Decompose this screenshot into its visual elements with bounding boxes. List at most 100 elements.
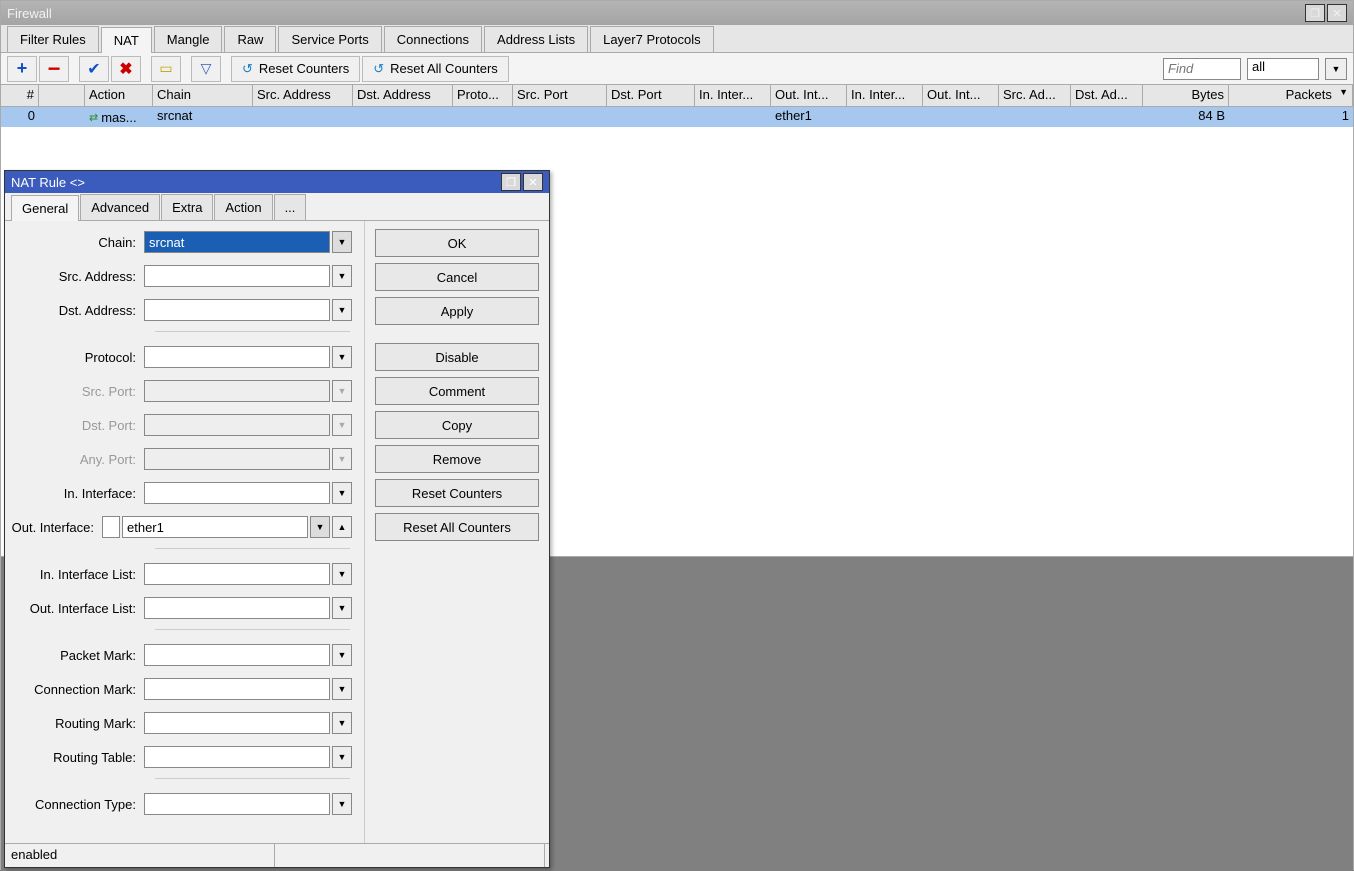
cell-packets: 1	[1229, 107, 1353, 127]
reset-all-counters-button[interactable]: ↺Reset All Counters	[362, 56, 509, 82]
reset-counters-button[interactable]: ↺Reset Counters	[231, 56, 360, 82]
add-button[interactable]: +	[7, 56, 37, 82]
col-out-if-list[interactable]: Out. Int...	[923, 85, 999, 106]
field-in-interface-list: In. Interface List: ▼	[5, 561, 358, 587]
col-in-if[interactable]: In. Inter...	[695, 85, 771, 106]
find-input[interactable]	[1163, 58, 1241, 80]
col-dst-list[interactable]: Dst. Ad...	[1071, 85, 1143, 106]
connection-mark-input[interactable]	[144, 678, 330, 700]
dialog-close-button[interactable]: ✕	[523, 173, 543, 191]
tab-layer7[interactable]: Layer7 Protocols	[590, 26, 714, 52]
remove-button-dialog[interactable]: Remove	[375, 445, 539, 473]
tab-filter-rules[interactable]: Filter Rules	[7, 26, 99, 52]
reset-all-counters-dialog[interactable]: Reset All Counters	[375, 513, 539, 541]
col-dst-port[interactable]: Dst. Port	[607, 85, 695, 106]
out-interface-collapse[interactable]: ▲	[332, 516, 352, 538]
in-interface-input[interactable]	[144, 482, 330, 504]
tab-mangle[interactable]: Mangle	[154, 26, 223, 52]
comment-button[interactable]: ▭	[151, 56, 181, 82]
out-interface-input[interactable]	[122, 516, 308, 538]
dialog-tab-action[interactable]: Action	[214, 194, 272, 220]
field-routing-mark: Routing Mark: ▼	[5, 710, 358, 736]
src-address-expand[interactable]: ▼	[332, 265, 352, 287]
filter-select-drop[interactable]: ▼	[1325, 58, 1347, 80]
cancel-button[interactable]: Cancel	[375, 263, 539, 291]
col-in-if-list[interactable]: In. Inter...	[847, 85, 923, 106]
connection-mark-expand[interactable]: ▼	[332, 678, 352, 700]
copy-button[interactable]: Copy	[375, 411, 539, 439]
packet-mark-input[interactable]	[144, 644, 330, 666]
field-src-port: Src. Port: ▼	[5, 378, 358, 404]
tab-service-ports[interactable]: Service Ports	[278, 26, 381, 52]
src-address-input[interactable]	[144, 265, 330, 287]
col-chain[interactable]: Chain	[153, 85, 253, 106]
nat-rule-dialog: NAT Rule <> ❐ ✕ General Advanced Extra A…	[4, 170, 550, 868]
chain-dropdown[interactable]: ▼	[332, 231, 352, 253]
col-dst-addr[interactable]: Dst. Address	[353, 85, 453, 106]
tab-raw[interactable]: Raw	[224, 26, 276, 52]
dialog-tab-general[interactable]: General	[11, 195, 79, 221]
src-port-input	[144, 380, 330, 402]
dialog-tab-extra[interactable]: Extra	[161, 194, 213, 220]
col-flag[interactable]	[39, 85, 85, 106]
remove-button[interactable]: −	[39, 56, 69, 82]
routing-table-expand[interactable]: ▼	[332, 746, 352, 768]
field-any-port: Any. Port: ▼	[5, 446, 358, 472]
dst-port-input	[144, 414, 330, 436]
filter-select[interactable]: all	[1247, 58, 1319, 80]
col-proto[interactable]: Proto...	[453, 85, 513, 106]
out-interface-negate[interactable]	[102, 516, 120, 538]
col-out-if[interactable]: Out. Int...	[771, 85, 847, 106]
col-bytes[interactable]: Bytes	[1143, 85, 1229, 106]
table-row[interactable]: 0 ⇄mas... srcnat ether1 84 B 1	[1, 107, 1353, 127]
in-interface-list-input[interactable]	[144, 563, 330, 585]
protocol-expand[interactable]: ▼	[332, 346, 352, 368]
disable-button[interactable]: Disable	[375, 343, 539, 371]
in-interface-list-expand[interactable]: ▼	[332, 563, 352, 585]
col-src-addr[interactable]: Src. Address	[253, 85, 353, 106]
field-out-interface-list: Out. Interface List: ▼	[5, 595, 358, 621]
connection-type-input[interactable]	[144, 793, 330, 815]
col-src-list[interactable]: Src. Ad...	[999, 85, 1071, 106]
disable-button[interactable]: ✖	[111, 56, 141, 82]
restore-button[interactable]: ❐	[1305, 4, 1325, 22]
dialog-tab-more[interactable]: ...	[274, 194, 307, 220]
dst-address-input[interactable]	[144, 299, 330, 321]
out-interface-list-input[interactable]	[144, 597, 330, 619]
in-interface-expand[interactable]: ▼	[332, 482, 352, 504]
close-button[interactable]: ✕	[1327, 4, 1347, 22]
reset-counters-dialog[interactable]: Reset Counters	[375, 479, 539, 507]
chain-input[interactable]	[144, 231, 330, 253]
cell-bytes: 84 B	[1143, 107, 1229, 127]
apply-button[interactable]: Apply	[375, 297, 539, 325]
protocol-input[interactable]	[144, 346, 330, 368]
col-action[interactable]: Action	[85, 85, 153, 106]
any-port-input	[144, 448, 330, 470]
routing-mark-input[interactable]	[144, 712, 330, 734]
dialog-restore-button[interactable]: ❐	[501, 173, 521, 191]
reset-icon: ↺	[373, 61, 384, 77]
col-packets[interactable]: Packets ▼	[1229, 85, 1353, 106]
filter-button[interactable]: ▽	[191, 56, 221, 82]
dialog-buttons: OK Cancel Apply Disable Comment Copy Rem…	[365, 221, 549, 843]
tab-address-lists[interactable]: Address Lists	[484, 26, 588, 52]
comment-button[interactable]: Comment	[375, 377, 539, 405]
dialog-statusbar: enabled	[5, 843, 549, 867]
dst-address-expand[interactable]: ▼	[332, 299, 352, 321]
out-interface-dropdown[interactable]: ▼	[310, 516, 330, 538]
routing-mark-expand[interactable]: ▼	[332, 712, 352, 734]
dialog-titlebar[interactable]: NAT Rule <> ❐ ✕	[5, 171, 549, 193]
ok-button[interactable]: OK	[375, 229, 539, 257]
dialog-tab-advanced[interactable]: Advanced	[80, 194, 160, 220]
connection-type-expand[interactable]: ▼	[332, 793, 352, 815]
tab-connections[interactable]: Connections	[384, 26, 482, 52]
field-packet-mark: Packet Mark: ▼	[5, 642, 358, 668]
routing-table-input[interactable]	[144, 746, 330, 768]
col-src-port[interactable]: Src. Port	[513, 85, 607, 106]
cell-flag	[39, 107, 85, 127]
out-interface-list-expand[interactable]: ▼	[332, 597, 352, 619]
enable-button[interactable]: ✔	[79, 56, 109, 82]
col-num[interactable]: #	[1, 85, 39, 106]
tab-nat[interactable]: NAT	[101, 27, 152, 53]
packet-mark-expand[interactable]: ▼	[332, 644, 352, 666]
